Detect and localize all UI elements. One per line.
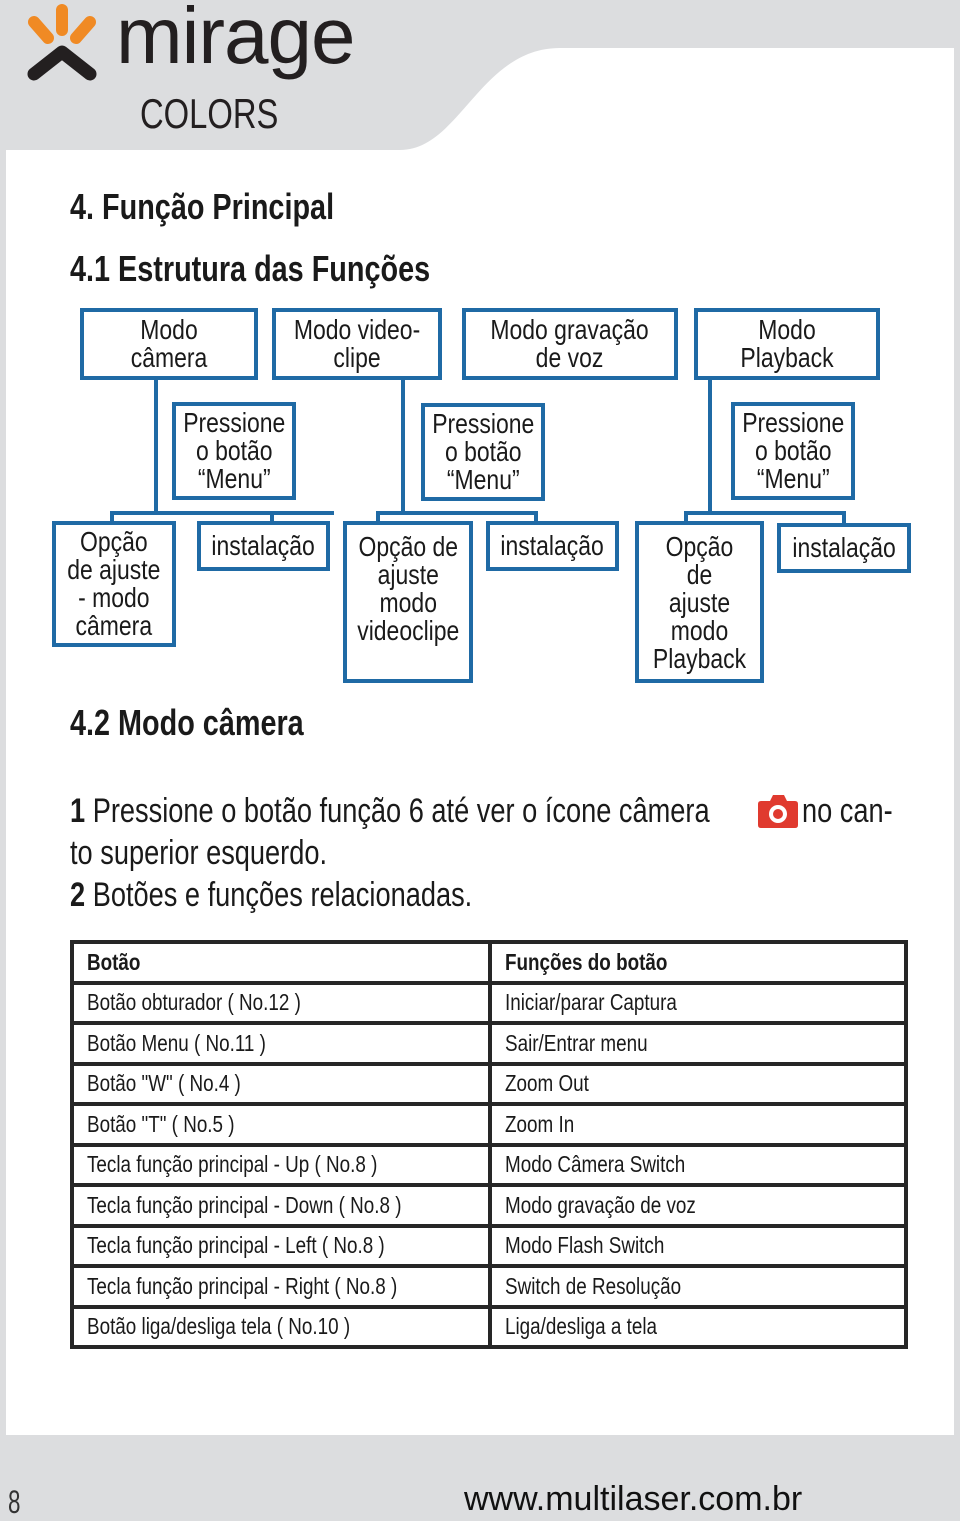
- step-number: 2: [70, 876, 86, 914]
- table-row: Botão obturador ( No.12 ) Iniciar/parar C…: [70, 980, 909, 1025]
- section-title: 4. Função Principal: [70, 186, 400, 228]
- option-box-camera: Opção de ajuste - modo câmera: [52, 521, 176, 647]
- camera-icon: [758, 795, 798, 828]
- function-cell: Sair/Entrar menu: [487, 1021, 909, 1066]
- function-cell: Iniciar/parar Captura: [487, 980, 909, 1025]
- option-label: Opção de ajuste - modo câmera: [67, 526, 161, 641]
- brand-name: mirage: [116, 0, 356, 80]
- step-number: 1: [70, 792, 86, 830]
- step-2: 2 Botões e funções relacionadas.: [70, 874, 573, 916]
- brand-sub-text: COLORS: [140, 90, 279, 137]
- option-box-playback: Opção de ajuste modo Playback: [635, 521, 764, 683]
- function-cell: Switch de Resolução: [487, 1264, 909, 1309]
- press-menu-label: Pressione o botão “Menu”: [741, 407, 845, 494]
- press-menu-box: Pressione o botão “Menu”: [421, 403, 545, 501]
- step-text: to superior esquerdo.: [70, 834, 328, 872]
- mode-label: Modo Playback: [740, 314, 834, 373]
- connector-line: [154, 380, 158, 512]
- option-box-videoclip: Opção de ajuste modo videoclipe: [343, 521, 473, 683]
- mode-label: Modo gravação de voz: [490, 314, 650, 373]
- connector-line: [376, 511, 538, 515]
- section-subtitle: 4.1 Estrutura das Funções: [70, 248, 520, 290]
- mode-box-camera: Modo câmera: [80, 308, 258, 380]
- button-cell: Tecla função principal - Up ( No.8 ): [70, 1142, 492, 1187]
- table-row: Botão "T" ( No.5 ) Zoom In: [70, 1102, 909, 1147]
- brand-sub: COLORS: [140, 90, 317, 138]
- header-button: Botão: [70, 940, 492, 985]
- table-row: Tecla função principal - Left ( No.8 ) Mo…: [70, 1223, 909, 1268]
- press-menu-label: Pressione o botão “Menu”: [431, 408, 535, 495]
- button-cell: Botão "W" ( No.4 ): [70, 1061, 492, 1106]
- button-cell: Botão obturador ( No.12 ): [70, 980, 492, 1025]
- button-cell: Botão Menu ( No.11 ): [70, 1021, 492, 1066]
- option-label: Opção de ajuste modo videoclipe: [356, 531, 460, 646]
- camera-mode-title-text: 4.2 Modo câmera: [70, 702, 304, 743]
- step-text: Pressione o botão função 6 até ver o íco…: [85, 792, 710, 830]
- install-label: instalação: [792, 532, 896, 563]
- camera-mode-title: 4.2 Modo câmera: [70, 702, 362, 744]
- step-1: 1 Pressione o botão função 6 até ver o í…: [70, 790, 870, 832]
- header-functions: Funções do botão: [487, 940, 909, 985]
- button-functions-table: Botão Funções do botão Botão obturador (…: [70, 940, 909, 1349]
- function-cell: Zoom In: [487, 1102, 909, 1147]
- press-menu-label: Pressione o botão “Menu”: [182, 407, 286, 494]
- press-menu-box: Pressione o botão “Menu”: [172, 402, 296, 500]
- mode-label: Modo câmera: [130, 314, 208, 373]
- website-link[interactable]: www.multilaser.com.br: [464, 1480, 802, 1519]
- mirage-star-icon: [27, 4, 97, 81]
- step-text: Botões e funções relacionadas.: [85, 876, 473, 914]
- mode-box-voice: Modo gravação de voz: [462, 308, 678, 380]
- button-cell: Botão "T" ( No.5 ): [70, 1102, 492, 1147]
- function-cell: Modo Câmera Switch: [487, 1142, 909, 1187]
- option-label: Opção de ajuste modo Playback: [652, 531, 747, 674]
- function-cell: Modo gravação de voz: [487, 1183, 909, 1228]
- mode-box-playback: Modo Playback: [694, 308, 880, 380]
- connector-line: [708, 380, 712, 512]
- button-cell: Tecla função principal - Left ( No.8 ): [70, 1223, 492, 1268]
- website-text[interactable]: www.multilaser.com.br: [464, 1480, 802, 1518]
- connector-line: [401, 380, 405, 512]
- mode-box-videoclip: Modo video- clipe: [272, 308, 442, 380]
- page-number: 8: [8, 1484, 26, 1521]
- table-row: Tecla função principal - Up ( No.8 ) Modo…: [70, 1142, 909, 1187]
- function-cell: Liga/desliga a tela: [487, 1304, 909, 1349]
- table-row: Tecla função principal - Down ( No.8 ) Mo…: [70, 1183, 909, 1228]
- connector-line: [684, 511, 846, 515]
- install-label: instalação: [211, 530, 316, 561]
- connector-line: [110, 511, 334, 515]
- install-label: instalação: [500, 530, 605, 561]
- brand-logo: mirage COLORS: [22, 0, 362, 142]
- table-row: Botão Menu ( No.11 ) Sair/Entrar menu: [70, 1021, 909, 1066]
- section-title-text: 4. Função Principal: [70, 186, 335, 227]
- table-header-row: Botão Funções do botão: [70, 940, 909, 985]
- install-box: instalação: [777, 523, 911, 573]
- install-box: instalação: [197, 521, 330, 571]
- step-text: no can-: [802, 792, 893, 830]
- function-cell: Zoom Out: [487, 1061, 909, 1106]
- install-box: instalação: [486, 521, 619, 571]
- press-menu-box: Pressione o botão “Menu”: [731, 402, 855, 500]
- button-cell: Tecla função principal - Right ( No.8 ): [70, 1264, 492, 1309]
- page-number-text: 8: [8, 1484, 21, 1520]
- table-row: Tecla função principal - Right ( No.8 ) S…: [70, 1264, 909, 1309]
- function-cell: Modo Flash Switch: [487, 1223, 909, 1268]
- step-1-line2: to superior esquerdo.: [70, 832, 391, 874]
- step-1-cont: no can-: [802, 790, 915, 832]
- button-cell: Tecla função principal - Down ( No.8 ): [70, 1183, 492, 1228]
- section-subtitle-text: 4.1 Estrutura das Funções: [70, 248, 431, 289]
- mode-label: Modo video- clipe: [293, 314, 421, 373]
- button-cell: Botão liga/desliga tela ( No.10 ): [70, 1304, 492, 1349]
- table-row: Botão liga/desliga tela ( No.10 ) Liga/de…: [70, 1304, 909, 1349]
- table-row: Botão "W" ( No.4 ) Zoom Out: [70, 1061, 909, 1106]
